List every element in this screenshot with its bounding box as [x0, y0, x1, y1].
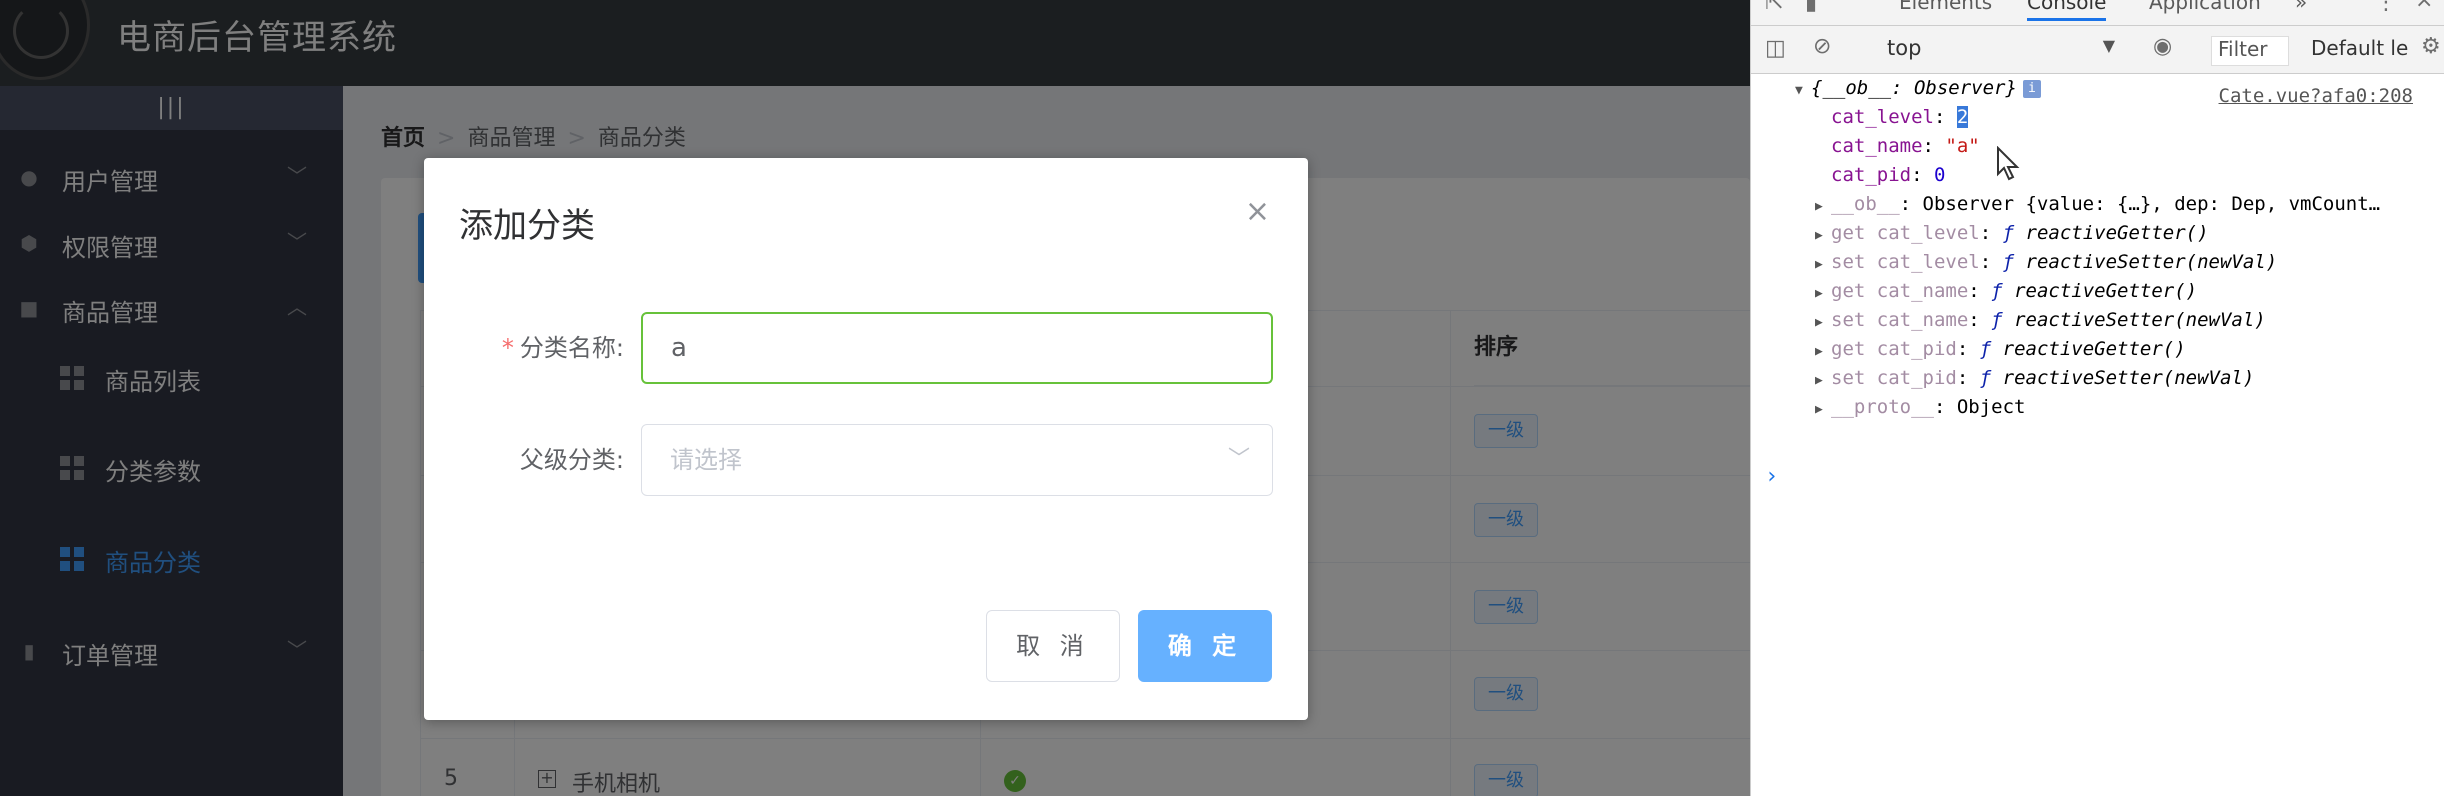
prop-key: set cat_level [1831, 251, 1980, 273]
prop-value: Object [1956, 396, 2026, 418]
prop-key: get cat_level [1831, 222, 1980, 244]
log-collapsed-row[interactable]: ▶ set cat_level: ƒ reactiveSetter(newVal) [1815, 248, 2277, 279]
console-prompt[interactable]: › [1765, 462, 1778, 491]
cancel-button[interactable]: 取 消 [986, 610, 1120, 682]
console-toolbar: ◫ ⊘ top ▼ ◉ Filter Default le ⚙ [1751, 26, 2444, 74]
eye-icon[interactable]: ◉ [2153, 34, 2172, 59]
filter-input[interactable]: Filter [2211, 36, 2289, 66]
context-value: top [1887, 36, 1922, 60]
prop-value: reactiveGetter() [2014, 280, 2198, 302]
close-icon[interactable]: × [1245, 194, 1270, 229]
category-name-label: * 分类名称: [424, 328, 624, 363]
triangle-closed-icon: ▶ [1815, 373, 1823, 388]
prop-key: __proto__ [1831, 396, 1934, 418]
function-icon: ƒ [2002, 251, 2026, 273]
triangle-closed-icon: ▶ [1815, 257, 1823, 272]
function-icon: ƒ [2002, 222, 2026, 244]
prop-value: "a" [1945, 135, 1980, 157]
function-icon: ƒ [1979, 338, 2003, 360]
gear-icon[interactable]: ⚙ [2421, 34, 2441, 59]
function-icon: ƒ [1991, 280, 2015, 302]
prop-key: get cat_pid [1831, 338, 1957, 360]
log-collapsed-row[interactable]: ▶ __proto__: Object [1815, 393, 2025, 424]
category-name-label-text: 分类名称: [519, 334, 624, 362]
clear-console-icon[interactable]: ⊘ [1813, 34, 1831, 59]
log-collapsed-row[interactable]: ▶ get cat_pid: ƒ reactiveGetter() [1815, 335, 2186, 366]
prop-value: reactiveSetter(newVal) [2025, 251, 2278, 273]
prop-value: 2 [1956, 106, 1969, 128]
prop-key: set cat_name [1831, 309, 1969, 331]
prop-key: set cat_pid [1831, 367, 1957, 389]
tab-elements[interactable]: Elements [1899, 0, 1992, 14]
prop-key: cat_level [1831, 106, 1934, 128]
function-icon: ƒ [1979, 367, 2003, 389]
log-levels-select[interactable]: Default le [2311, 36, 2408, 60]
log-collapsed-row[interactable]: ▶ get cat_level: ƒ reactiveGetter() [1815, 219, 2209, 250]
log-object-summary: {__ob__: Observer} [1811, 77, 2017, 99]
tab-application[interactable]: Application [2149, 0, 2261, 14]
prop-key: get cat_name [1831, 280, 1969, 302]
add-category-dialog: 添加分类 × * 分类名称: a 父级分类: 请选择 ﹀ 取 消 确 定 [424, 158, 1308, 720]
prop-key: cat_name [1831, 135, 1923, 157]
device-toolbar-icon[interactable]: ▮ [1805, 0, 1817, 15]
source-link[interactable]: Cate.vue?afa0:208 [2219, 82, 2413, 111]
prop-key: cat_pid [1831, 164, 1912, 186]
more-tabs-icon[interactable]: » [2295, 0, 2307, 14]
log-collapsed-row[interactable]: ▶ __ob__: Observer {value: {…}, dep: Dep,… [1815, 190, 2380, 221]
triangle-closed-icon: ▶ [1815, 228, 1823, 243]
close-devtools-icon[interactable]: × [2415, 0, 2433, 13]
triangle-closed-icon: ▶ [1815, 344, 1823, 359]
prop-value: Observer {value: {…}, dep: Dep, vmCount… [1922, 193, 2381, 215]
log-collapsed-row[interactable]: ▶ set cat_name: ƒ reactiveSetter(newVal) [1815, 306, 2266, 337]
triangle-closed-icon: ▶ [1815, 315, 1823, 330]
prop-key: __ob__ [1831, 193, 1900, 215]
triangle-closed-icon: ▶ [1815, 286, 1823, 301]
prop-value: reactiveGetter() [2002, 338, 2186, 360]
prop-value: reactiveSetter(newVal) [2014, 309, 2266, 331]
kebab-menu-icon[interactable]: ⋮ [2375, 0, 2397, 15]
info-icon: i [2022, 80, 2041, 98]
required-mark: * [501, 334, 514, 362]
parent-category-select[interactable]: 请选择 ﹀ [641, 424, 1273, 496]
mouse-cursor-icon [1997, 146, 2020, 181]
log-prop-row: cat_name: "a" [1831, 135, 1980, 157]
function-icon: ƒ [1991, 309, 2015, 331]
log-object-header[interactable]: ▼ {__ob__: Observer} i [1795, 74, 2041, 105]
category-name-input[interactable]: a [641, 312, 1273, 384]
chevron-down-icon: ﹀ [1227, 447, 1250, 472]
prop-value: reactiveGetter() [2025, 222, 2209, 244]
log-collapsed-row[interactable]: ▶ get cat_name: ƒ reactiveGetter() [1815, 277, 2197, 308]
select-placeholder: 请选择 [670, 446, 742, 474]
log-collapsed-row[interactable]: ▶ set cat_pid: ƒ reactiveSetter(newVal) [1815, 364, 2254, 395]
context-select[interactable]: top ▼ [1879, 36, 2119, 64]
sidebar-toggle-icon[interactable]: ◫ [1765, 36, 1786, 61]
admin-app: 电商后台管理系统 ||| ● 用户管理 ﹀ ⬢ 权限管理 ﹀ ■ 商品管理 ︿ … [0, 0, 1750, 796]
confirm-button[interactable]: 确 定 [1138, 610, 1272, 682]
triangle-closed-icon: ▶ [1815, 199, 1823, 214]
log-prop-row: cat_level: 2 [1831, 106, 1969, 128]
triangle-open-icon: ▼ [1795, 83, 1803, 98]
prop-value: reactiveSetter(newVal) [2002, 367, 2255, 389]
devtools-tabbar: ⇱ ▮ Elements Console Application » ⋮ × [1751, 0, 2444, 26]
console-output: Cate.vue?afa0:208 ▼ {__ob__: Observer} i c… [1751, 74, 2444, 796]
triangle-closed-icon: ▶ [1815, 402, 1823, 417]
prop-value: 0 [1933, 164, 1946, 186]
devtools-panel: ⇱ ▮ Elements Console Application » ⋮ × ◫… [1750, 0, 2444, 796]
inspect-icon[interactable]: ⇱ [1765, 0, 1783, 15]
triangle-down-icon: ▼ [2102, 36, 2115, 55]
dialog-title: 添加分类 [459, 206, 595, 246]
log-prop-row: cat_pid: 0 [1831, 164, 1946, 186]
parent-category-label: 父级分类: [519, 446, 624, 474]
tab-console[interactable]: Console [2027, 0, 2107, 21]
